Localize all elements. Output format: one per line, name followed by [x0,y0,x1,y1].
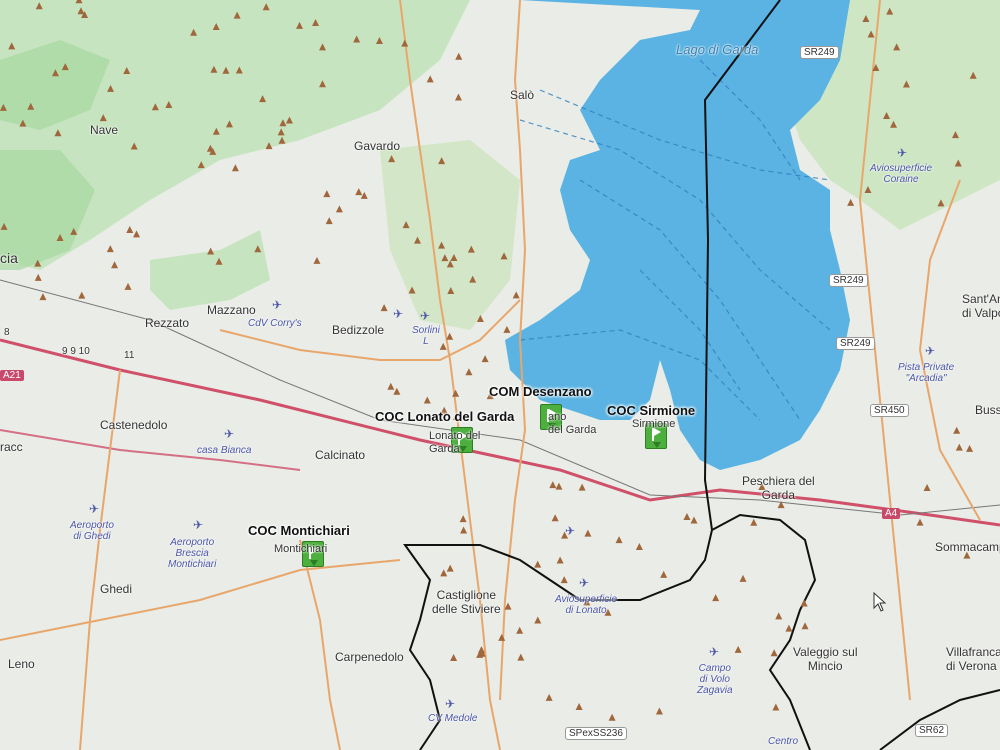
coc-montichiari-title[interactable]: COC Montichiari [248,523,350,538]
airfield-icon[interactable]: ✈ [420,309,430,323]
airfield-icon[interactable]: ✈ [224,427,234,441]
airfield-aviosuperficie-coraine: Aviosuperficie Coraine [870,163,933,185]
motorway-exit-numbers: 9 9 10 [62,346,90,357]
airfield-icon[interactable]: ✈ [925,344,935,358]
place-nave: Nave [90,123,119,137]
place-ghedi: Ghedi [100,582,133,596]
road-sr450: SR450 [870,404,909,417]
place-rezzato: Rezzato [145,316,190,330]
place-gavardo: Gavardo [354,139,401,153]
airfield-casa-bianca: casa Bianca [197,445,252,456]
airfield-aviosuperficie-lonato: Aviosuperficie di Lonato [555,594,618,616]
place-mazzano: Mazzano [207,303,256,317]
airfield-icon[interactable]: ✈ [445,697,455,711]
airfield-centro: Centro [768,736,799,747]
road-sr62: SR62 [915,724,949,737]
airfield-icon[interactable]: ✈ [565,524,575,538]
airfield-pista-arcadia: Pista Private "Arcadia" [898,362,955,384]
place-santambrogio: Sant'Am di Valpo [962,292,1000,320]
place-bracc: racc [0,440,23,454]
airfield-sorlini: Sorlini L [412,325,440,347]
place-leno: Leno [8,657,35,671]
road-a4: A4 [882,508,901,519]
motorway-exit-11: 11 [124,350,135,361]
airfield-icon[interactable]: ✈ [89,502,99,516]
com-desenzano-title[interactable]: COM Desenzano [489,384,592,399]
place-carpenedolo: Carpenedolo [335,650,404,664]
map-base-layer [0,0,1000,750]
airfield-campo-zagavia: Campo di Volo Zagavia [697,663,733,696]
airfield-icon[interactable]: ✈ [579,576,589,590]
lake-name: Lago di Garda [676,42,759,57]
place-castenedolo: Castenedolo [100,418,168,432]
place-villafranca: Villafranca di Verona [946,645,1000,673]
place-calcinato: Calcinato [315,448,366,462]
road-spex: SPexSS236 [565,727,627,740]
airfield-icon[interactable]: ✈ [897,146,907,160]
map-canvas[interactable]: Nave Gavardo Salò Mazzano Rezzato Bedizz… [0,0,1000,750]
com-desenzano-base-label: ano del Garda [548,411,597,436]
airfield-cdv-corrys: CdV Corry's [248,318,302,329]
airfield-aeroporto-montichiari: Aeroporto Brescia Montichiari [168,537,217,570]
airfield-icon[interactable]: ✈ [709,645,719,659]
airfield-aeroporto-ghedi: Aeroporto di Ghedi [70,520,114,542]
mouse-cursor-icon [873,592,887,612]
road-sr249-mid: SR249 [829,274,868,287]
place-sommacampagna: Sommacampa [935,540,1000,554]
place-peschiera: Peschiera del Garda [742,474,815,502]
place-brescia: cia [0,250,18,266]
place-bedizzole: Bedizzole [332,323,385,337]
coc-lonato-title[interactable]: COC Lonato del Garda [375,409,514,424]
coc-montichiari-base-label: Montichiari [274,543,328,555]
airfield-icon[interactable]: ✈ [193,518,203,532]
coc-sirmione-title[interactable]: COC Sirmione [607,403,695,418]
coc-sirmione-base-label: Sirmione [632,418,676,430]
place-castiglione: Castiglione delle Stiviere [432,588,501,616]
place-bussolengo: Busso [975,403,1000,417]
airfield-icon[interactable]: ✈ [393,307,403,321]
place-valeggio: Valeggio sul Mincio [793,645,858,673]
motorway-exit-8: 8 [4,327,10,338]
road-a21: A21 [0,370,24,381]
airfield-icon[interactable]: ✈ [272,298,282,312]
road-sr249-top: SR249 [800,46,839,59]
airfield-cv-medole: CV Medole [428,713,478,724]
place-salo: Salò [510,88,535,102]
coc-lonato-base-label: Lonato del Garda [429,430,481,455]
road-sr249-low: SR249 [836,337,875,350]
